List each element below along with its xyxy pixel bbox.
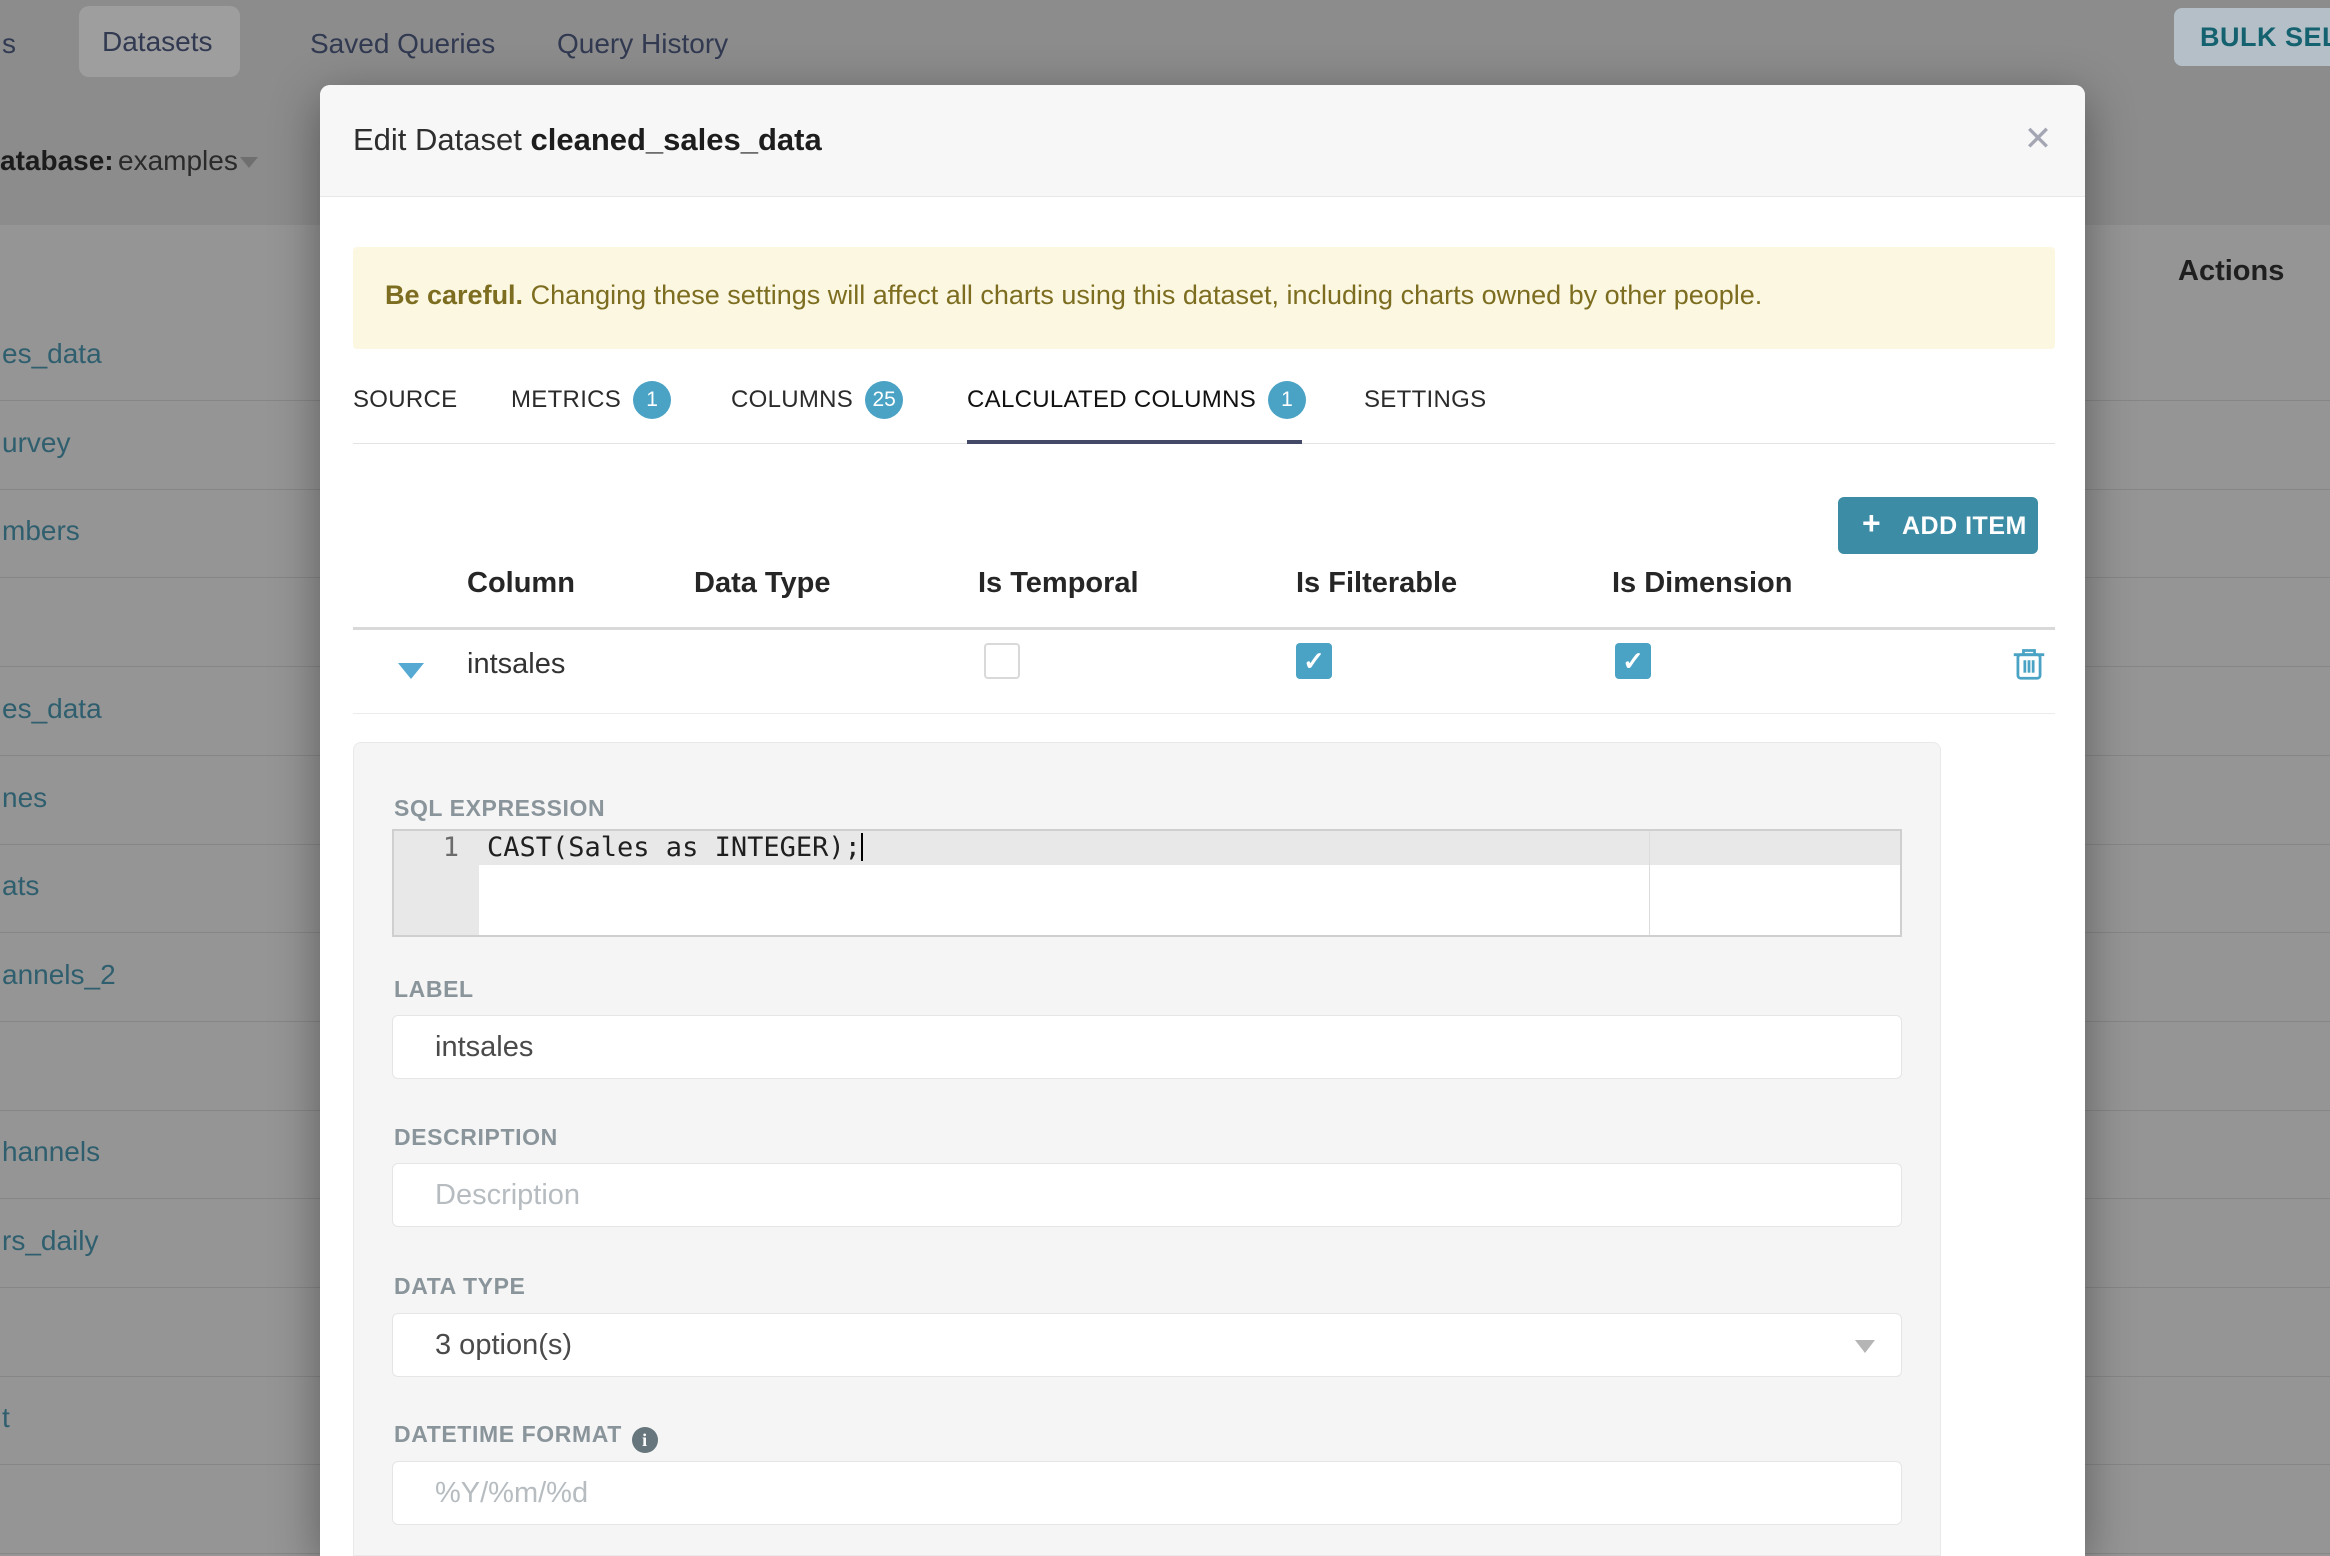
datetime-format-field-label: DATETIME FORMAT i [394, 1421, 658, 1453]
database-filter-label: atabase: [0, 145, 114, 176]
active-tab-underline [967, 440, 1302, 444]
bulk-select-label: BULK SELE [2200, 22, 2330, 52]
tab-settings[interactable]: SETTINGS [1364, 385, 1486, 415]
actions-column-header: Actions [2178, 255, 2285, 287]
modal-title-dataset: cleaned_sales_data [530, 122, 822, 157]
editor-gutter: 1 [394, 831, 479, 935]
dataset-link[interactable]: t [2, 1402, 10, 1434]
label-input[interactable] [392, 1015, 1902, 1079]
nav-tab-datasets[interactable]: Datasets [102, 26, 213, 58]
is-dimension-checkbox[interactable]: ✓ [1615, 643, 1651, 679]
table-row-border [353, 713, 2055, 714]
table-header-border [353, 627, 2055, 630]
tab-label: METRICS [511, 386, 622, 413]
sql-expression-editor[interactable]: 1 CAST(Sales as INTEGER); [392, 829, 1902, 937]
datetime-format-input[interactable] [392, 1461, 1902, 1525]
editor-line-number: 1 [442, 832, 459, 863]
sql-expression-code: CAST(Sales as INTEGER); [487, 832, 863, 863]
tab-metrics[interactable]: METRICS 1 [511, 381, 672, 419]
dataset-link[interactable]: annels_2 [2, 959, 116, 991]
row-expand-caret-icon[interactable] [398, 663, 424, 679]
modal-header: Edit Dataset cleaned_sales_data ✕ [320, 85, 2085, 197]
editor-print-margin [1649, 831, 1650, 935]
text-cursor [860, 833, 863, 861]
is-filterable-checkbox[interactable]: ✓ [1296, 643, 1332, 679]
tab-source[interactable]: SOURCE [353, 385, 457, 415]
edit-dataset-modal: Edit Dataset cleaned_sales_data ✕ Be car… [320, 85, 2085, 1556]
add-item-label: ADD ITEM [1902, 512, 2027, 540]
dataset-link[interactable]: nes [2, 782, 47, 814]
label-field-label: LABEL [394, 976, 474, 1002]
modal-title: Edit Dataset cleaned_sales_data [353, 122, 822, 157]
plus-icon: + [1862, 505, 1881, 541]
dataset-link[interactable]: urvey [2, 427, 70, 459]
data-type-field-label: DATA TYPE [394, 1273, 526, 1299]
tab-count-badge: 1 [1268, 381, 1307, 419]
data-type-select[interactable]: 3 option(s) [392, 1313, 1902, 1377]
delete-row-trash-icon[interactable] [2012, 645, 2046, 681]
database-filter-value[interactable]: examples [118, 145, 238, 177]
data-type-value: 3 option(s) [435, 1329, 573, 1361]
bulk-select-button[interactable]: BULK SELE [2174, 8, 2330, 66]
nav-tab-query-history[interactable]: Query History [557, 28, 728, 60]
close-icon[interactable]: ✕ [2014, 115, 2062, 163]
description-field-label: DESCRIPTION [394, 1124, 558, 1150]
column-header-column: Column [467, 567, 575, 599]
dataset-link[interactable]: es_data [2, 693, 102, 725]
column-header-is-filterable: Is Filterable [1296, 567, 1458, 599]
warning-banner-text: Changing these settings will affect all … [523, 280, 1763, 310]
tab-count-badge: 25 [865, 381, 904, 419]
tab-label: SETTINGS [1364, 386, 1487, 413]
column-row-name: intsales [467, 648, 566, 680]
info-icon[interactable]: i [631, 1427, 658, 1453]
dataset-link[interactable]: hannels [2, 1136, 100, 1168]
column-header-data-type: Data Type [694, 567, 831, 599]
dataset-link[interactable]: mbers [2, 515, 80, 547]
column-header-is-temporal: Is Temporal [978, 567, 1139, 599]
add-item-button[interactable]: + ADD ITEM [1838, 497, 2038, 554]
nav-tab-saved-queries[interactable]: Saved Queries [310, 28, 495, 60]
nav-tab-fragment[interactable]: s [2, 28, 16, 60]
dataset-link[interactable]: rs_daily [2, 1225, 98, 1257]
calculated-column-detail-panel: SQL EXPRESSION 1 CAST(Sales as INTEGER);… [353, 742, 1941, 1556]
tab-calculated-columns[interactable]: CALCULATED COLUMNS 1 [967, 381, 1307, 419]
tab-count-badge: 1 [633, 381, 672, 419]
tab-label: SOURCE [353, 386, 458, 413]
tab-label: CALCULATED COLUMNS [967, 386, 1257, 413]
tab-label: COLUMNS [731, 386, 854, 413]
description-input[interactable] [392, 1163, 1902, 1227]
chevron-down-icon[interactable] [240, 157, 258, 168]
dataset-link[interactable]: ats [2, 870, 39, 902]
warning-banner: Be careful. Changing these settings will… [353, 247, 2055, 349]
is-temporal-checkbox[interactable] [984, 643, 1020, 679]
warning-banner-bold: Be careful. [385, 280, 524, 310]
tab-columns[interactable]: COLUMNS 25 [731, 381, 904, 419]
column-header-is-dimension: Is Dimension [1612, 567, 1793, 599]
chevron-down-icon [1855, 1340, 1875, 1353]
sql-expression-label: SQL EXPRESSION [394, 795, 606, 821]
dataset-link[interactable]: es_data [2, 338, 102, 370]
